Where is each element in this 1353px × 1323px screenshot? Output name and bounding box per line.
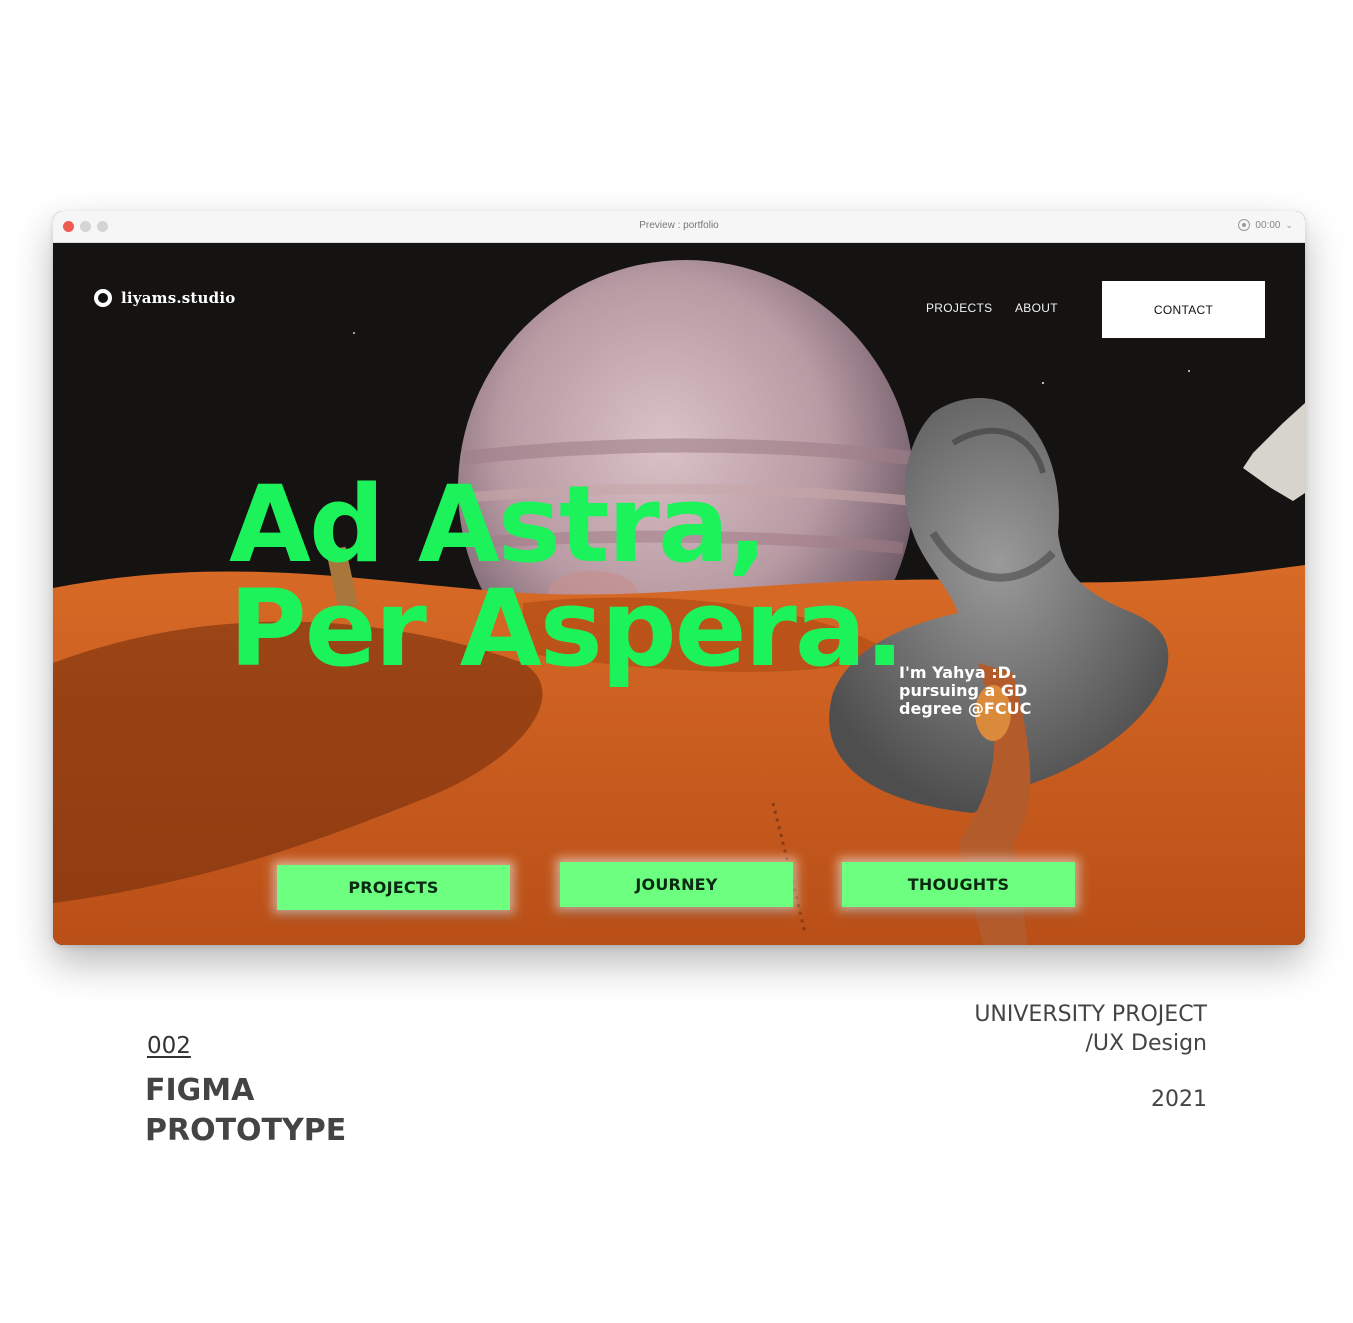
timer-value: 00:00 bbox=[1255, 219, 1281, 231]
project-title: FIGMA PROTOTYPE bbox=[145, 1071, 346, 1151]
nav-about-link[interactable]: ABOUT bbox=[1015, 301, 1058, 315]
project-category-line-2: /UX Design bbox=[1085, 1031, 1207, 1056]
project-category: UNIVERSITY PROJECT /UX Design bbox=[974, 1000, 1207, 1058]
project-title-line-2: PROTOTYPE bbox=[145, 1113, 347, 1148]
site-viewport: liyams.studio PROJECTS ABOUT CONTACT Ad … bbox=[53, 243, 1305, 945]
site-logo[interactable]: liyams.studio bbox=[94, 289, 235, 307]
bio-line-3: degree @FCUC bbox=[899, 699, 1032, 718]
projects-button[interactable]: PROJECTS bbox=[277, 865, 510, 910]
window-titlebar: Preview : portfolio 00:00 ⌄ bbox=[53, 211, 1305, 243]
thoughts-button[interactable]: THOUGHTS bbox=[842, 862, 1075, 907]
project-year: 2021 bbox=[1151, 1087, 1207, 1112]
recording-timer[interactable]: 00:00 ⌄ bbox=[1238, 219, 1293, 231]
chevron-down-icon: ⌄ bbox=[1285, 219, 1293, 230]
bio-line-2: pursuing a GD bbox=[899, 681, 1028, 700]
project-category-line-1: UNIVERSITY PROJECT bbox=[974, 1002, 1207, 1027]
headline-line-1: Ad Astra, bbox=[229, 463, 768, 586]
hero-headline: Ad Astra, Per Aspera. bbox=[229, 463, 905, 690]
contact-button[interactable]: CONTACT bbox=[1102, 281, 1265, 338]
logo-circle-icon bbox=[94, 289, 112, 307]
project-title-line-1: FIGMA bbox=[145, 1073, 255, 1108]
bio-line-1: I'm Yahya :D. bbox=[899, 663, 1017, 682]
hero-bio: I'm Yahya :D. pursuing a GD degree @FCUC bbox=[899, 664, 1031, 718]
logo-text: liyams.studio bbox=[121, 289, 236, 307]
browser-window: Preview : portfolio 00:00 ⌄ liyams.studi… bbox=[53, 211, 1305, 945]
nav-projects-link[interactable]: PROJECTS bbox=[926, 301, 992, 315]
journey-button[interactable]: JOURNEY bbox=[560, 862, 793, 907]
record-icon bbox=[1238, 219, 1251, 231]
window-title: Preview : portfolio bbox=[639, 220, 719, 231]
headline-line-2: Per Aspera. bbox=[229, 567, 905, 690]
project-number: 002 bbox=[147, 1033, 191, 1059]
